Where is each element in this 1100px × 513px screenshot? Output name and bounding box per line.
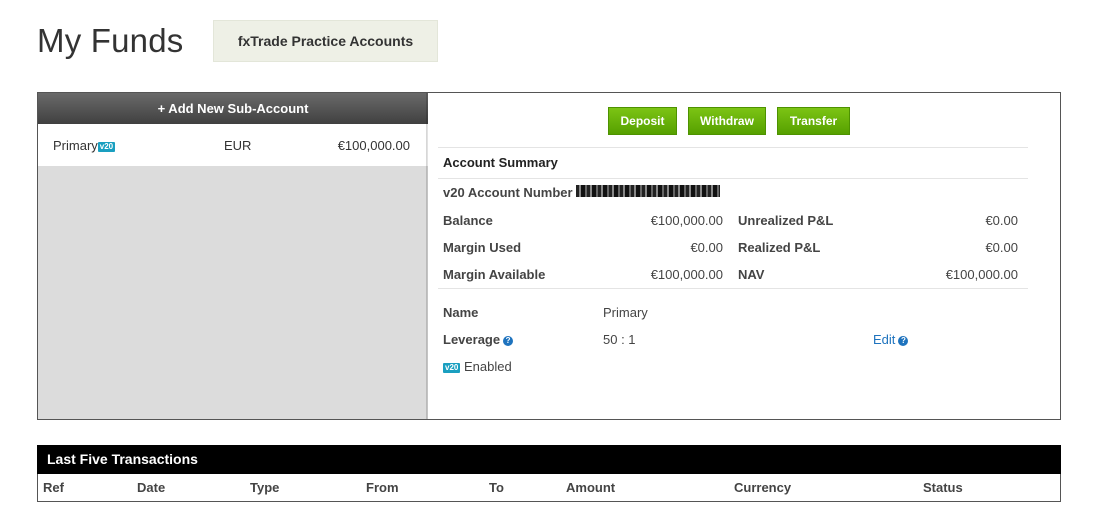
column-header-status[interactable]: Status — [923, 480, 963, 495]
nav-label: NAV — [738, 267, 765, 282]
deposit-button[interactable]: Deposit — [608, 107, 677, 135]
unrealized-pl-label: Unrealized P&L — [738, 213, 834, 228]
account-number-label: v20 Account Number — [443, 185, 573, 200]
margin-available-value: €100,000.00 — [650, 267, 723, 282]
leverage-value: 50 : 1 — [603, 332, 636, 347]
nav-value: €100,000.00 — [945, 267, 1018, 282]
transfer-button[interactable]: Transfer — [777, 107, 850, 135]
realized-pl-value: €0.00 — [985, 240, 1018, 255]
unrealized-pl-value: €0.00 — [985, 213, 1018, 228]
funds-panel: + Add New Sub-Account Primary v20 EUR €10… — [37, 92, 1061, 420]
account-type-tab[interactable]: fxTrade Practice Accounts — [213, 20, 438, 62]
add-sub-account-button[interactable]: + Add New Sub-Account — [38, 93, 428, 124]
name-label: Name — [443, 305, 479, 320]
name-value: Primary — [603, 305, 648, 320]
column-header-from[interactable]: From — [366, 480, 399, 495]
account-detail: Deposit Withdraw Transfer Account Summar… — [428, 93, 1060, 419]
column-header-amount[interactable]: Amount — [566, 480, 615, 495]
leverage-label: Leverage — [443, 332, 501, 347]
sub-account-list: + Add New Sub-Account Primary v20 EUR €10… — [38, 93, 428, 419]
margin-available-label: Margin Available — [443, 267, 546, 282]
sub-account-currency: EUR — [224, 138, 252, 153]
column-header-date[interactable]: Date — [137, 480, 165, 495]
v20-badge-icon: v20 — [443, 362, 461, 373]
withdraw-button[interactable]: Withdraw — [688, 107, 766, 135]
help-icon[interactable]: ? — [898, 335, 909, 346]
sub-account-balance: €100,000.00 — [337, 138, 410, 153]
transactions-table-header: Ref Date Type From To Amount Currency St… — [37, 474, 1061, 502]
divider — [438, 178, 1028, 179]
redacted-account-number — [576, 185, 720, 197]
realized-pl-label: Realized P&L — [738, 240, 821, 255]
edit-label[interactable]: Edit — [873, 332, 895, 347]
sub-account-name-label: Primary — [53, 138, 98, 153]
margin-used-label: Margin Used — [443, 240, 522, 255]
leverage-row-label: Leverage? — [443, 332, 514, 347]
page-title: My Funds — [37, 22, 184, 59]
column-header-type[interactable]: Type — [250, 480, 279, 495]
sub-account-row[interactable]: Primary v20 EUR €100,000.00 — [38, 124, 428, 166]
balance-value: €100,000.00 — [650, 213, 723, 228]
sub-account-name: Primary v20 — [53, 138, 116, 153]
column-header-currency[interactable]: Currency — [734, 480, 791, 495]
margin-used-value: €0.00 — [690, 240, 723, 255]
transactions-title: Last Five Transactions — [37, 445, 1061, 474]
account-summary-title: Account Summary — [443, 155, 558, 170]
divider — [438, 288, 1028, 289]
v20-enabled-status: v20 Enabled — [443, 359, 512, 374]
column-header-to[interactable]: To — [489, 480, 504, 495]
balance-label: Balance — [443, 213, 493, 228]
divider — [438, 147, 1028, 148]
v20-badge-icon: v20 — [97, 141, 116, 152]
enabled-label: Enabled — [463, 359, 512, 374]
edit-leverage-link[interactable]: Edit? — [873, 332, 909, 347]
help-icon[interactable]: ? — [503, 335, 514, 346]
column-header-ref[interactable]: Ref — [43, 480, 64, 495]
